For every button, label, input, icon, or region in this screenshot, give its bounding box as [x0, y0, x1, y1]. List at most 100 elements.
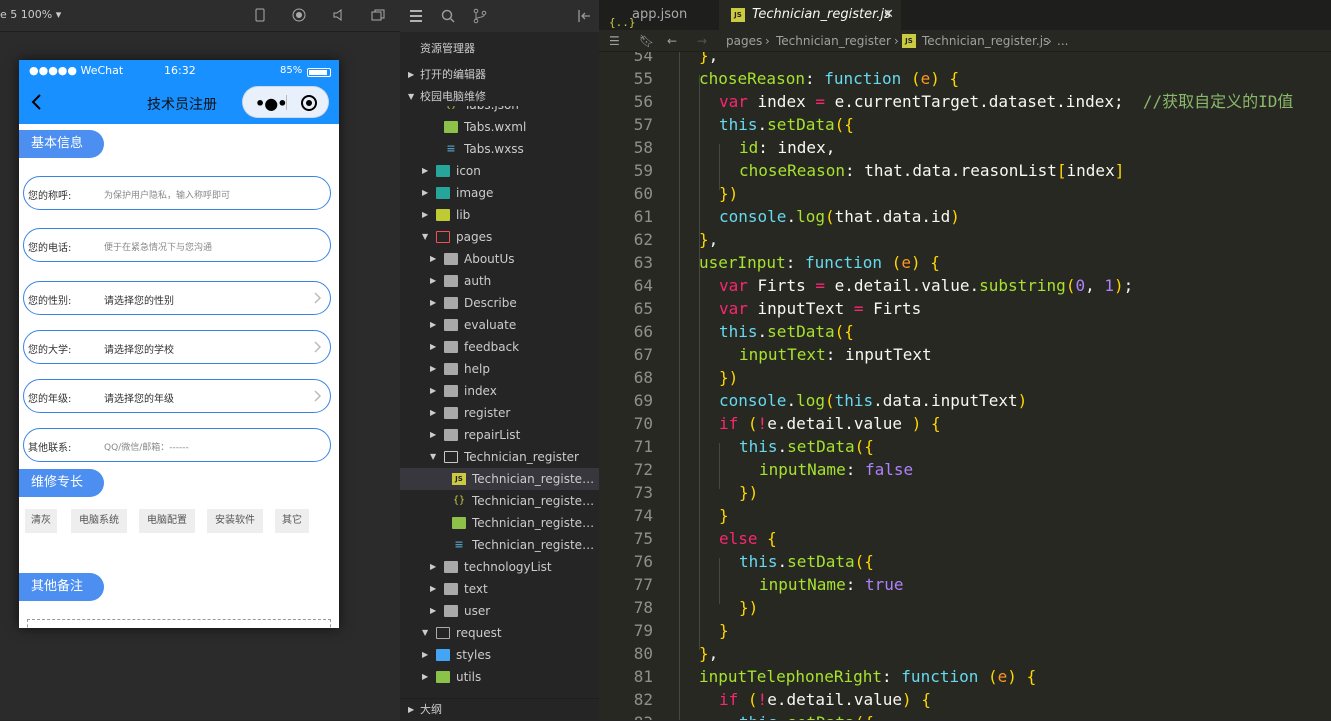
tree-folder[interactable]: ▶ lib — [400, 204, 599, 226]
code-line[interactable]: userInput: function (e) { — [699, 251, 940, 274]
code-line[interactable]: }) — [739, 481, 758, 504]
code-line[interactable]: if (!e.detail.value) { — [719, 688, 931, 711]
gender-picker[interactable]: 您的性别: 请选择您的性别 — [23, 281, 331, 315]
collapse-panel-icon[interactable] — [576, 8, 592, 24]
code-line[interactable]: this.setData({ — [719, 113, 854, 136]
tree-file[interactable]: ≡ Technician_register.wxss — [400, 534, 599, 556]
source-control-icon[interactable] — [472, 8, 488, 24]
grade-value[interactable]: 请选择您的年级 — [104, 390, 174, 405]
close-icon[interactable]: ✕ — [883, 0, 894, 30]
name-field[interactable]: 您的称呼: 为保护用户隐私，输入称呼即可 — [23, 176, 331, 210]
code-line[interactable]: }, — [699, 642, 718, 665]
back-icon[interactable] — [29, 92, 45, 112]
code-line[interactable]: if (!e.detail.value ) { — [719, 412, 941, 435]
tree-folder[interactable]: ▶ help — [400, 358, 599, 380]
tree-folder[interactable]: ▶ evaluate — [400, 314, 599, 336]
name-input[interactable]: 为保护用户隐私，输入称呼即可 — [104, 188, 230, 201]
tree-folder[interactable]: ▶ Describe — [400, 292, 599, 314]
code-line[interactable]: console.log(this.data.inputText) — [719, 389, 1027, 412]
volume-icon[interactable] — [332, 8, 346, 22]
code-line[interactable]: }, — [699, 52, 718, 67]
code-line[interactable]: var inputText = Firts — [719, 297, 921, 320]
phone-input[interactable]: 便于在紧急情况下与您沟通 — [104, 240, 212, 253]
tree-folder[interactable]: ▶ feedback — [400, 336, 599, 358]
code-area[interactable]: 54}, 55 choseReason: function (e) {56 var i… — [599, 52, 1331, 720]
tree-folder[interactable]: ▶ styles — [400, 644, 599, 666]
code-line[interactable]: var index = e.currentTarget.dataset.inde… — [719, 90, 1293, 113]
code-line[interactable]: inputTelephoneRight: function (e) { — [699, 665, 1036, 688]
code-line[interactable]: } — [719, 504, 729, 527]
skill-tag[interactable]: 电脑配置 — [139, 509, 195, 533]
project-section[interactable]: ▼ 校园电脑维修 — [400, 87, 599, 107]
close-mini-program-icon[interactable] — [301, 95, 317, 111]
skill-tag[interactable]: 清灰 — [25, 509, 57, 533]
code-line[interactable]: this.setData({ — [739, 435, 874, 458]
more-icon[interactable]: •●• — [255, 94, 287, 113]
code-line[interactable]: inputText: inputText — [739, 343, 932, 366]
outline-section[interactable]: ▶ 大纲 — [400, 698, 599, 720]
phone-icon[interactable] — [253, 8, 267, 22]
grade-picker[interactable]: 您的年级: 请选择您的年级 — [23, 379, 331, 413]
window-icon[interactable] — [371, 8, 385, 22]
explorer-icon[interactable] — [408, 8, 424, 24]
code-line[interactable]: }) — [739, 596, 758, 619]
tree-file[interactable]: Technician_register.wxml — [400, 512, 599, 534]
record-icon[interactable] — [292, 8, 306, 22]
tree-folder[interactable]: ▶ icon — [400, 160, 599, 182]
tree-folder[interactable]: ▶ repairList — [400, 424, 599, 446]
gender-value[interactable]: 请选择您的性别 — [104, 292, 174, 307]
tree-file[interactable]: {} Technician_register.json — [400, 490, 599, 512]
tree-file[interactable]: Tabs.wxml — [400, 116, 599, 138]
code-line[interactable]: choseReason: that.data.reasonList[index] — [739, 159, 1124, 182]
phone-field[interactable]: 您的电话: 便于在紧急情况下与您沟通 — [23, 228, 331, 262]
code-line[interactable]: console.log(that.data.id) — [719, 205, 960, 228]
tree-folder[interactable]: ▼ Technician_register — [400, 446, 599, 468]
bookmark-icon[interactable]: 🔖︎ — [639, 30, 654, 52]
tree-folder[interactable]: ▼ pages — [400, 226, 599, 248]
tree-file[interactable]: JS Technician_register.js — [400, 468, 599, 490]
tree-folder[interactable]: ▶ technologyList — [400, 556, 599, 578]
code-line[interactable]: var Firts = e.detail.value.substring(0, … — [719, 274, 1133, 297]
tree-folder[interactable]: ▶ user — [400, 600, 599, 622]
remark-textarea[interactable] — [27, 619, 331, 628]
code-line[interactable]: this.setData({ — [739, 550, 874, 573]
breadcrumb-item[interactable]: Technician_register — [776, 30, 891, 52]
tree-folder[interactable]: ▶ index — [400, 380, 599, 402]
code-line[interactable]: id: index, — [739, 136, 835, 159]
search-icon[interactable] — [440, 8, 456, 24]
code-line[interactable]: }, — [699, 228, 718, 251]
list-icon[interactable]: ☰ — [609, 30, 620, 52]
code-line[interactable]: inputName: true — [759, 573, 904, 596]
breadcrumb-item[interactable]: ... — [1057, 30, 1068, 52]
tree-folder[interactable]: ▶ text — [400, 578, 599, 600]
tree-folder[interactable]: ▶ register — [400, 402, 599, 424]
skill-tag[interactable]: 电脑系统 — [71, 509, 127, 533]
skill-tag[interactable]: 安装软件 — [207, 509, 263, 533]
code-line[interactable]: else { — [719, 527, 777, 550]
open-editors-section[interactable]: ▶ 打开的编辑器 — [400, 65, 599, 85]
code-line[interactable]: }) — [719, 182, 738, 205]
university-picker[interactable]: 您的大学: 请选择您的学校 — [23, 330, 331, 364]
skill-tag[interactable]: 其它 — [275, 509, 309, 533]
tree-folder[interactable]: ▶ image — [400, 182, 599, 204]
code-line[interactable]: choseReason: function (e) { — [699, 67, 959, 90]
breadcrumb-item[interactable]: pages — [726, 30, 762, 52]
code-line[interactable]: } — [719, 619, 729, 642]
device-selector[interactable]: e 5 100% ▾ — [0, 8, 61, 21]
tree-folder[interactable]: ▼ request — [400, 622, 599, 644]
back-arrow-icon[interactable]: ← — [667, 30, 677, 52]
tab-technician-register-js[interactable]: JS Technician_register.js ✕ — [719, 0, 901, 30]
university-value[interactable]: 请选择您的学校 — [104, 341, 174, 356]
tree-file[interactable]: {} Tabs.json — [400, 106, 599, 116]
forward-arrow-icon[interactable]: → — [697, 30, 707, 52]
tree-folder[interactable]: ▶ auth — [400, 270, 599, 292]
code-line[interactable]: inputName: false — [759, 458, 913, 481]
tree-file[interactable]: ≡ Tabs.wxss — [400, 138, 599, 160]
breadcrumb-item[interactable]: Technician_register.js — [922, 30, 1049, 52]
tree-folder[interactable]: ▶ utils — [400, 666, 599, 688]
other-contact-field[interactable]: 其他联系: QQ/微信/邮箱：------ — [23, 428, 331, 462]
other-contact-input[interactable]: QQ/微信/邮箱：------ — [104, 440, 189, 453]
code-line[interactable]: }) — [719, 366, 738, 389]
code-line[interactable]: this.setData({ — [719, 320, 854, 343]
tab-app-json[interactable]: {..} app.json — [599, 0, 717, 30]
